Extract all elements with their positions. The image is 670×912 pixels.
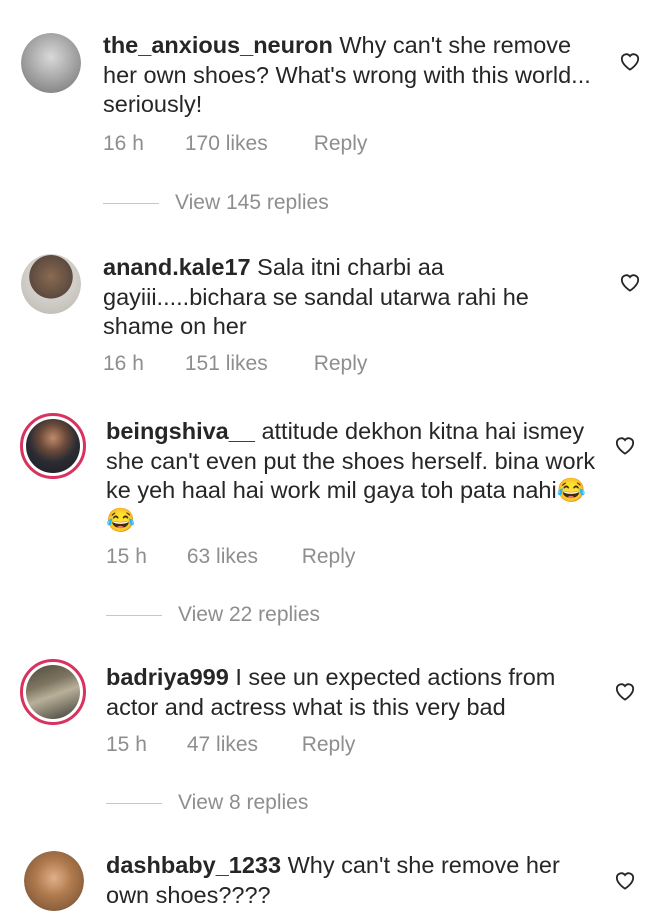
comment-meta: 15 h 47 likes Reply: [106, 733, 355, 757]
timestamp: 15 h: [106, 545, 147, 568]
reply-button[interactable]: Reply: [302, 733, 356, 757]
likes-count[interactable]: 63 likes: [187, 545, 296, 569]
divider: [106, 614, 162, 616]
heart-icon[interactable]: [619, 51, 641, 71]
likes-count[interactable]: 151 likes: [185, 352, 308, 376]
view-replies-label: View 22 replies: [178, 603, 321, 626]
comment-meta: 15 h 63 likes Reply: [106, 545, 355, 569]
comment-text: badriya999 I see un expected actions fro…: [106, 663, 606, 722]
divider: [106, 802, 162, 804]
timestamp: 15 h: [106, 733, 147, 756]
likes-count[interactable]: 47 likes: [187, 733, 296, 757]
avatar-with-story-ring[interactable]: [20, 659, 86, 725]
avatar[interactable]: [21, 254, 81, 314]
comment-text: the_anxious_neuron Why can't she remove …: [103, 31, 598, 120]
timestamp: 16 h: [103, 352, 144, 375]
username-link[interactable]: dashbaby_1233: [106, 852, 281, 878]
avatar-with-story-ring[interactable]: [20, 413, 86, 479]
comment-meta: 16 h 170 likes Reply: [103, 132, 367, 156]
avatar[interactable]: [21, 33, 81, 93]
view-replies-button[interactable]: View 145 replies: [103, 191, 329, 215]
view-replies-label: View 145 replies: [175, 191, 329, 214]
comment-meta: 16 h 151 likes Reply: [103, 352, 367, 376]
likes-count[interactable]: 170 likes: [185, 132, 308, 156]
reply-button[interactable]: Reply: [314, 352, 368, 376]
username-link[interactable]: badriya999: [106, 664, 229, 690]
heart-icon[interactable]: [614, 435, 636, 455]
heart-icon[interactable]: [614, 870, 636, 890]
timestamp: 16 h: [103, 132, 144, 155]
view-replies-button[interactable]: View 8 replies: [106, 791, 308, 815]
comment-text: beingshiva__ attitude dekhon kitna hai i…: [106, 417, 606, 535]
heart-icon[interactable]: [619, 272, 641, 292]
username-link[interactable]: anand.kale17: [103, 254, 251, 280]
username-link[interactable]: the_anxious_neuron: [103, 32, 333, 58]
view-replies-label: View 8 replies: [178, 791, 309, 814]
reply-button[interactable]: Reply: [314, 132, 368, 156]
heart-icon[interactable]: [614, 681, 636, 701]
username-link[interactable]: beingshiva__: [106, 418, 255, 444]
comment-text: anand.kale17 Sala itni charbi aa gayiii.…: [103, 253, 598, 342]
reply-button[interactable]: Reply: [302, 545, 356, 569]
comment-text: dashbaby_1233 Why can't she remove her o…: [106, 851, 606, 910]
avatar[interactable]: [24, 851, 84, 911]
view-replies-button[interactable]: View 22 replies: [106, 603, 320, 627]
divider: [103, 202, 159, 204]
